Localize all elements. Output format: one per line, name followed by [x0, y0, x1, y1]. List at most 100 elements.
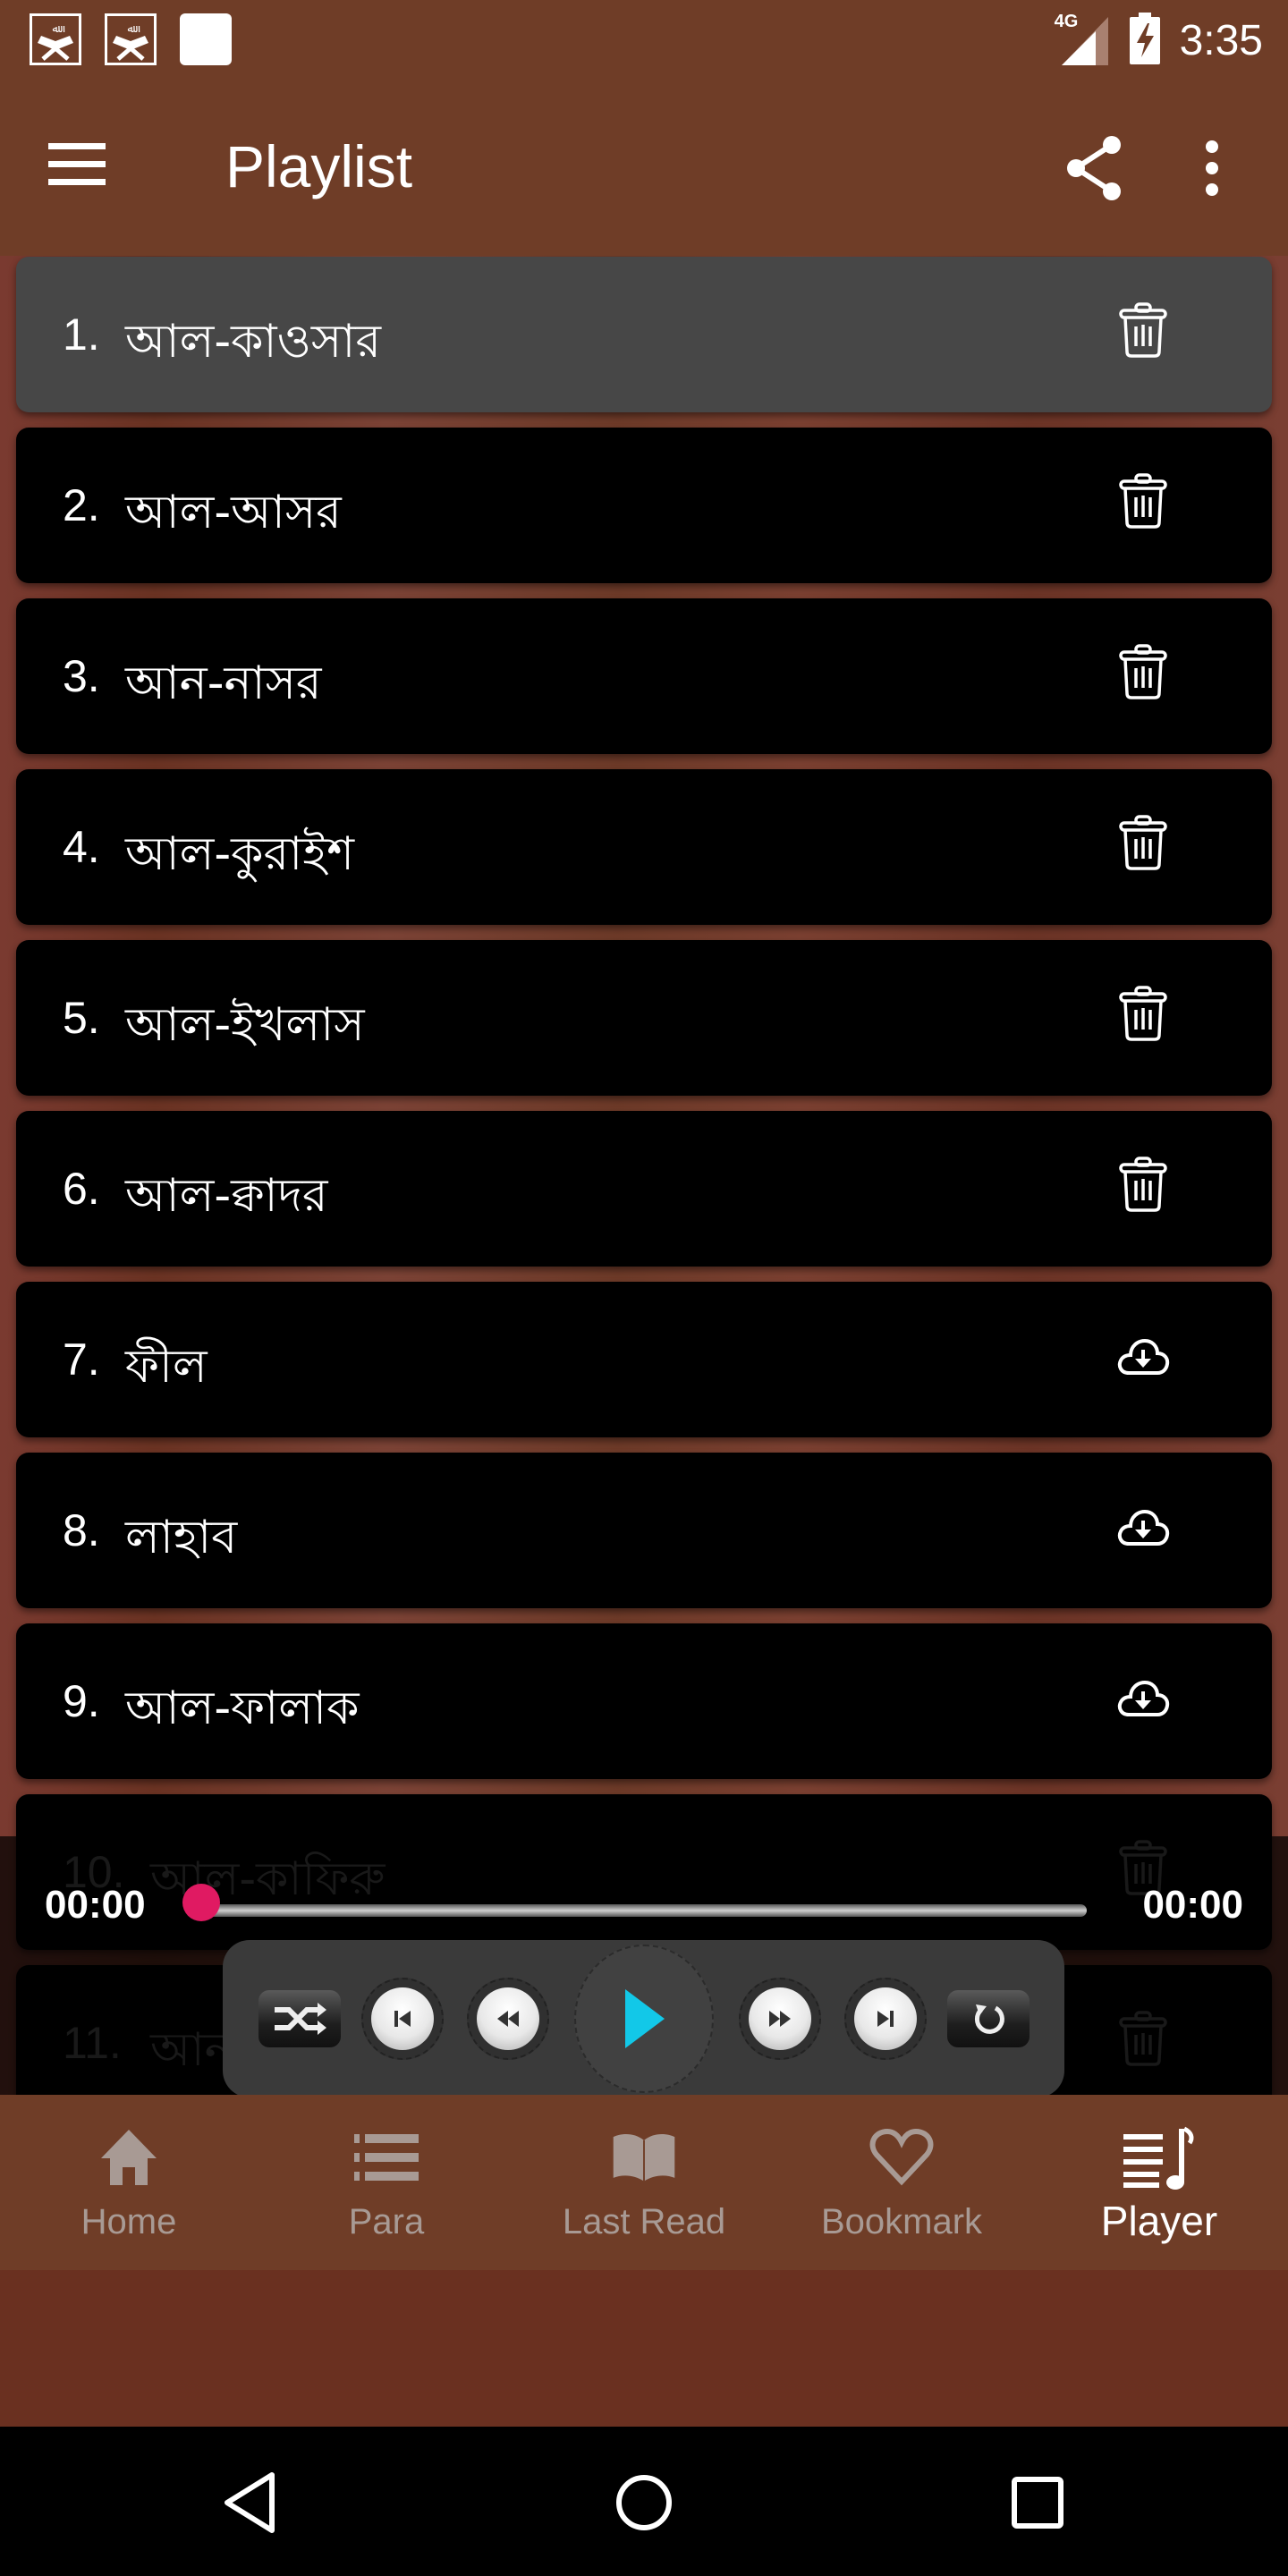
- delete-button[interactable]: [1116, 301, 1179, 364]
- screen: ﷲ ﷲ 4G 3:35 Playlist 1. আল-কাওসার 2. আল-…: [0, 0, 1288, 2576]
- battery-charging-icon: [1129, 12, 1160, 69]
- delete-button[interactable]: [1116, 472, 1179, 535]
- page-title: Playlist: [225, 133, 413, 199]
- seek-bar[interactable]: [201, 1904, 1087, 1917]
- item-title: আল-কাওসার: [125, 315, 381, 369]
- quran-app-icon: ﷲ: [30, 13, 81, 65]
- nav-label: Bookmark: [820, 2202, 983, 2241]
- item-number: 6.: [63, 1164, 100, 1214]
- nav-item-player[interactable]: Player: [1030, 2095, 1288, 2270]
- delete-button[interactable]: [1116, 985, 1179, 1047]
- item-number: 2.: [63, 480, 100, 530]
- delete-button[interactable]: [1116, 814, 1179, 877]
- more-options-button[interactable]: [1185, 132, 1239, 213]
- playlist-item[interactable]: 9. আল-ফালাক: [16, 1623, 1272, 1779]
- playlist-item[interactable]: 1. আল-কাওসার: [16, 257, 1272, 412]
- item-number: 8.: [63, 1505, 100, 1555]
- playlist-item[interactable]: 4. আল-কুরাইশ: [16, 769, 1272, 925]
- seek-thumb[interactable]: [182, 1884, 220, 1921]
- item-number: 5.: [63, 993, 100, 1043]
- clock: 3:35: [1179, 16, 1263, 64]
- playlist-item[interactable]: 6. আল-ক্বাদর: [16, 1111, 1272, 1267]
- quran-app-icon: ﷲ: [105, 13, 157, 65]
- nav-label: Last Read: [562, 2202, 726, 2241]
- item-title: আল-ইখলাস: [125, 998, 365, 1052]
- share-icon: [1067, 136, 1121, 200]
- total-time: 00:00: [1142, 1883, 1243, 1927]
- menu-button[interactable]: [47, 140, 127, 202]
- download-button[interactable]: [1116, 1337, 1179, 1400]
- system-navigation-bar: [0, 2427, 1288, 2576]
- playlist-item[interactable]: 8. লাহাব: [16, 1453, 1272, 1608]
- next-button[interactable]: [844, 1978, 927, 2060]
- nav-item-para[interactable]: Para: [258, 2095, 515, 2270]
- delete-button[interactable]: [1116, 1156, 1179, 1218]
- delete-button[interactable]: [1116, 643, 1179, 706]
- nav-label: Para: [348, 2202, 425, 2241]
- status-indicators: 4G 3:35: [1055, 11, 1263, 70]
- download-button[interactable]: [1116, 1508, 1179, 1571]
- nav-label: Home: [80, 2202, 177, 2241]
- shuffle-icon: [275, 2003, 326, 2035]
- shuffle-button[interactable]: [258, 1990, 341, 2047]
- nav-label: Player: [1100, 2198, 1218, 2244]
- item-number: 1.: [63, 309, 100, 360]
- item-title: ফীল: [125, 1340, 208, 1394]
- item-number: 4.: [63, 822, 100, 872]
- item-title: আল-কুরাইশ: [125, 827, 355, 881]
- empty-footer-area: [0, 2270, 1288, 2427]
- music-playlist-icon: [1123, 2125, 1195, 2190]
- item-title: আল-আসর: [125, 486, 342, 539]
- heart-icon: [866, 2125, 937, 2190]
- back-button[interactable]: [210, 2462, 291, 2543]
- nav-item-bookmark[interactable]: Bookmark: [773, 2095, 1030, 2270]
- trash-icon: [1119, 986, 1167, 1041]
- playlist-item[interactable]: 5. আল-ইখলাস: [16, 940, 1272, 1096]
- play-button[interactable]: [574, 1945, 714, 2093]
- item-number: 9.: [63, 1676, 100, 1726]
- svg-text:ﷲ: ﷲ: [127, 22, 140, 35]
- trash-icon: [1119, 815, 1167, 870]
- trash-icon: [1119, 644, 1167, 699]
- nav-item-last-read[interactable]: Last Read: [515, 2095, 773, 2270]
- blank-notification-icon: [180, 13, 232, 65]
- rewind-button[interactable]: [467, 1978, 549, 2060]
- skip-previous-icon: [394, 2011, 411, 2027]
- item-title: আল-ক্বাদর: [125, 1169, 328, 1223]
- home-icon: [93, 2125, 165, 2190]
- back-triangle-icon: [225, 2472, 275, 2533]
- playlist-item[interactable]: 2. আল-আসর: [16, 428, 1272, 583]
- current-time: 00:00: [45, 1883, 146, 1927]
- share-button[interactable]: [1060, 132, 1140, 213]
- recents-button[interactable]: [997, 2462, 1078, 2543]
- cloud-download-icon: [1117, 1509, 1170, 1546]
- recents-square-icon: [1012, 2477, 1063, 2529]
- trash-icon: [1119, 302, 1167, 358]
- app-bar: Playlist: [0, 86, 1288, 256]
- item-title: আন-নাসর: [125, 657, 322, 710]
- item-title: আল-ফালাক: [125, 1682, 360, 1735]
- bottom-navigation: Home Para Last Read Bookmark Player: [0, 2095, 1288, 2270]
- open-book-icon: [608, 2125, 680, 2190]
- trash-icon: [1119, 473, 1167, 529]
- fast-forward-button[interactable]: [739, 1978, 821, 2060]
- repeat-button[interactable]: [947, 1990, 1030, 2047]
- playlist-item[interactable]: 7. ফীল: [16, 1282, 1272, 1437]
- fast-forward-icon: [769, 2011, 791, 2027]
- player-panel: 00:00 00:00: [0, 1836, 1288, 2097]
- cloud-download-icon: [1117, 1680, 1170, 1716]
- playlist-item[interactable]: 3. আন-নাসর: [16, 598, 1272, 754]
- play-icon: [625, 1989, 665, 2048]
- nav-item-home[interactable]: Home: [0, 2095, 258, 2270]
- playlist[interactable]: 1. আল-কাওসার 2. আল-আসর 3. আন-নাসর 4. আল-কুরাইশ 5…: [0, 256, 1288, 2095]
- rewind-icon: [497, 2011, 519, 2027]
- signal-4g-icon: 4G: [1055, 12, 1110, 65]
- home-button[interactable]: [604, 2462, 684, 2543]
- item-number: 3.: [63, 651, 100, 701]
- download-button[interactable]: [1116, 1679, 1179, 1741]
- previous-button[interactable]: [361, 1978, 444, 2060]
- item-number: 7.: [63, 1335, 100, 1385]
- playback-controls: [223, 1940, 1064, 2097]
- more-vertical-icon: [1206, 140, 1218, 196]
- cloud-download-icon: [1117, 1338, 1170, 1375]
